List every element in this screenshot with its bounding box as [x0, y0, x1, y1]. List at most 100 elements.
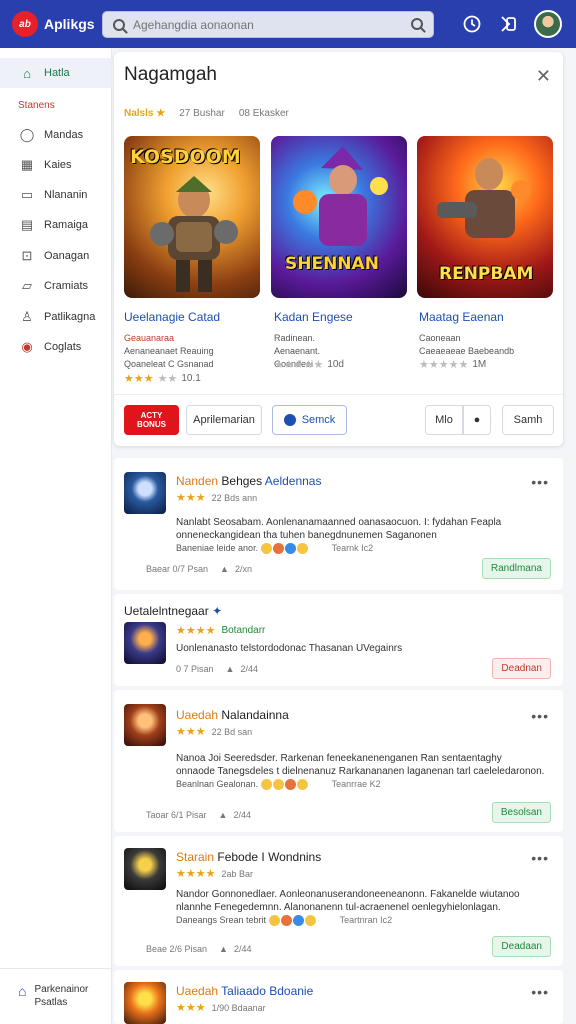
review-date: 22 Bds ann — [211, 492, 258, 503]
rating-value: 1M — [472, 359, 487, 370]
sidebar-item-patlikagna[interactable]: ♙ Patlikagna — [0, 302, 112, 332]
sidebar-item-nlananin[interactable]: ▭ Nlananin — [0, 180, 112, 210]
search-button[interactable]: Semck — [272, 405, 347, 435]
rating-value: 10.1 — [181, 373, 201, 384]
review-title-part: Starain — [176, 850, 215, 864]
sidebar-item-mandas[interactable]: ◯ Mandas — [0, 120, 112, 150]
user-avatar[interactable] — [534, 10, 562, 38]
more-options-icon[interactable]: ••• — [531, 984, 549, 1000]
review-rating: ★★★★ Botandarr — [176, 624, 265, 637]
review-footer: Beae 2/6 Pisan ▲ 2/44 — [146, 944, 252, 954]
review-line: onnaode Tanegsdeles t dielnenanuz Rarkan… — [176, 766, 545, 777]
status-badge[interactable]: Besolsan — [491, 802, 551, 823]
secondary-button[interactable]: Aprilemarian — [186, 405, 262, 435]
home-icon: ⌂ — [18, 983, 27, 999]
review-like-count: 2/44 — [233, 944, 252, 954]
game-subtitle: Caoneaan — [419, 333, 461, 343]
review-like-count: 2/44 — [233, 810, 251, 820]
game-cover-title: RENPBAM — [439, 264, 534, 284]
app-logo[interactable]: ab Aplikgs — [12, 11, 95, 37]
like-icon[interactable]: ▲ — [219, 944, 228, 954]
rating-stars: ★★★★ — [176, 868, 216, 880]
share-icon[interactable] — [498, 14, 518, 34]
sidebar-item-home[interactable]: ⌂ Hatla — [0, 58, 112, 88]
sidebar-item-oanagan[interactable]: ⊡ Oanagan — [0, 241, 112, 271]
game-card[interactable]: RENPBAM — [417, 136, 553, 298]
reviewer-avatar — [124, 622, 166, 664]
game-name[interactable]: Ueelanagie Catad — [124, 310, 220, 324]
review-body: Nanoa Joi Seeredsder. Rarkenan feneekane… — [176, 752, 548, 791]
review-item[interactable]: Uetalelntnegaar ✦ ★★★★ Botandarr Uonlena… — [114, 594, 563, 686]
like-icon[interactable]: ▲ — [219, 810, 228, 820]
game-subtitle: Radinean. — [274, 333, 316, 343]
emoji-icon — [260, 778, 272, 790]
sidebar-item-kaies[interactable]: ▦ Kaies — [0, 150, 112, 180]
game-subtitle: Aenaenant. — [274, 346, 321, 356]
game-cover-image: RENPBAM — [417, 136, 553, 298]
sidebar-item-label: Patlikagna — [44, 311, 96, 323]
game-card[interactable]: SHENNAN — [271, 136, 407, 298]
game-rating: ★★★ ★★ 10.1 — [124, 372, 201, 385]
location-icon[interactable]: ● — [463, 405, 491, 435]
status-badge[interactable]: Deadaan — [492, 936, 551, 957]
option-button[interactable]: Mlo — [425, 405, 463, 435]
clock-icon[interactable] — [462, 14, 482, 34]
game-name[interactable]: Kadan Engese — [274, 310, 353, 324]
search-input[interactable] — [133, 17, 403, 32]
bonus-button[interactable]: ACTY BONUS — [124, 405, 179, 435]
more-options-icon[interactable]: ••• — [531, 474, 549, 490]
rating-stars-empty: ★★★★★ — [274, 359, 324, 371]
game-cover-image: SHENNAN — [271, 136, 407, 298]
sidebar-item-label: Oanagan — [44, 250, 90, 262]
sidebar-footer[interactable]: ⌂ Parkenainor Psatlas — [0, 968, 112, 1024]
game-cover-image: KOSDOOM — [124, 136, 260, 298]
review-item[interactable]: Uaedah Nalandainna ••• ★★★ 22 Bd san Nan… — [114, 690, 563, 832]
review-item[interactable]: Starain Febode I Wondnins ••• ★★★★ 2ab B… — [114, 836, 563, 966]
rating-stars: ★★★★ — [176, 625, 216, 637]
review-item[interactable]: Uaedah Taliaado Bdoanie ••• ★★★ 1/90 Bda… — [114, 970, 563, 1024]
pin-icon: ◯ — [19, 127, 35, 142]
review-line: onneneckangidean tha tuhen banegdnunemen… — [176, 530, 437, 541]
rating-stars: ★★★ — [176, 726, 206, 738]
sidebar-item-coglats[interactable]: ◉ Coglats — [0, 332, 112, 362]
emoji-icon — [284, 542, 296, 554]
emoji-icon — [304, 914, 316, 926]
status-badge[interactable]: Deadnan — [492, 658, 551, 679]
review-body: Nandor Gonnonedlaer. Aonleonanuserandone… — [176, 888, 548, 927]
close-icon[interactable]: ✕ — [536, 66, 551, 87]
review-date: 22 Bd san — [211, 726, 253, 737]
review-rating: ★★★ 1/90 Bdaanar — [176, 1001, 266, 1014]
lock-icon: ⊡ — [21, 248, 33, 263]
review-line: nlannhe Fenegedemnn. Alanonanenn tul-acr… — [176, 902, 501, 913]
sidebar: ⌂ Hatla Stanens ◯ Mandas ▦ Kaies ▭ Nlana… — [0, 48, 112, 1024]
review-line: Nanlabt Seosabam. Aonlenanamaanned oanas… — [176, 517, 502, 528]
review-date: Botandarr — [221, 625, 266, 636]
like-icon[interactable]: ▲ — [220, 564, 229, 574]
save-button[interactable]: Samh — [502, 405, 554, 435]
search-submit-icon[interactable] — [411, 18, 423, 30]
emoji-icon — [292, 914, 304, 926]
like-icon[interactable]: ▲ — [226, 664, 235, 674]
search-box[interactable] — [102, 11, 434, 38]
emoji-icon — [280, 914, 292, 926]
top-bar: ab Aplikgs — [0, 0, 576, 48]
review-title-part: Nalandainna — [221, 708, 289, 722]
reviewer-avatar — [124, 704, 166, 746]
meta-extra: 08 Ekasker — [238, 108, 289, 119]
emoji-icon — [296, 778, 308, 790]
reviewer-avatar — [124, 982, 166, 1024]
review-body: Nanlabt Seosabam. Aonlenanamaanned oanas… — [176, 516, 548, 555]
review-footer: Baear 0/7 Psan ▲ 2/xn — [146, 564, 252, 574]
sidebar-item-ramaiga[interactable]: ▤ Ramaiga — [0, 210, 112, 240]
game-name[interactable]: Maatag Eaenan — [419, 310, 504, 324]
review-footer: Taoar 6/1 Pisar ▲ 2/44 — [146, 810, 251, 820]
sidebar-item-cramiats[interactable]: ▱ Cramiats — [0, 271, 112, 301]
review-item[interactable]: Nanden Behges Aeldennas ••• ★★★ 22 Bds a… — [114, 458, 563, 590]
more-options-icon[interactable]: ••• — [531, 708, 549, 724]
game-card[interactable]: KOSDOOM — [124, 136, 260, 298]
status-badge[interactable]: Randlmana — [481, 558, 551, 579]
review-title: Uaedah Nalandainna — [176, 708, 289, 722]
logo-badge: ab — [12, 11, 38, 37]
review-line-text: Beanlnan Gealonan. — [176, 779, 259, 789]
more-options-icon[interactable]: ••• — [531, 850, 549, 866]
